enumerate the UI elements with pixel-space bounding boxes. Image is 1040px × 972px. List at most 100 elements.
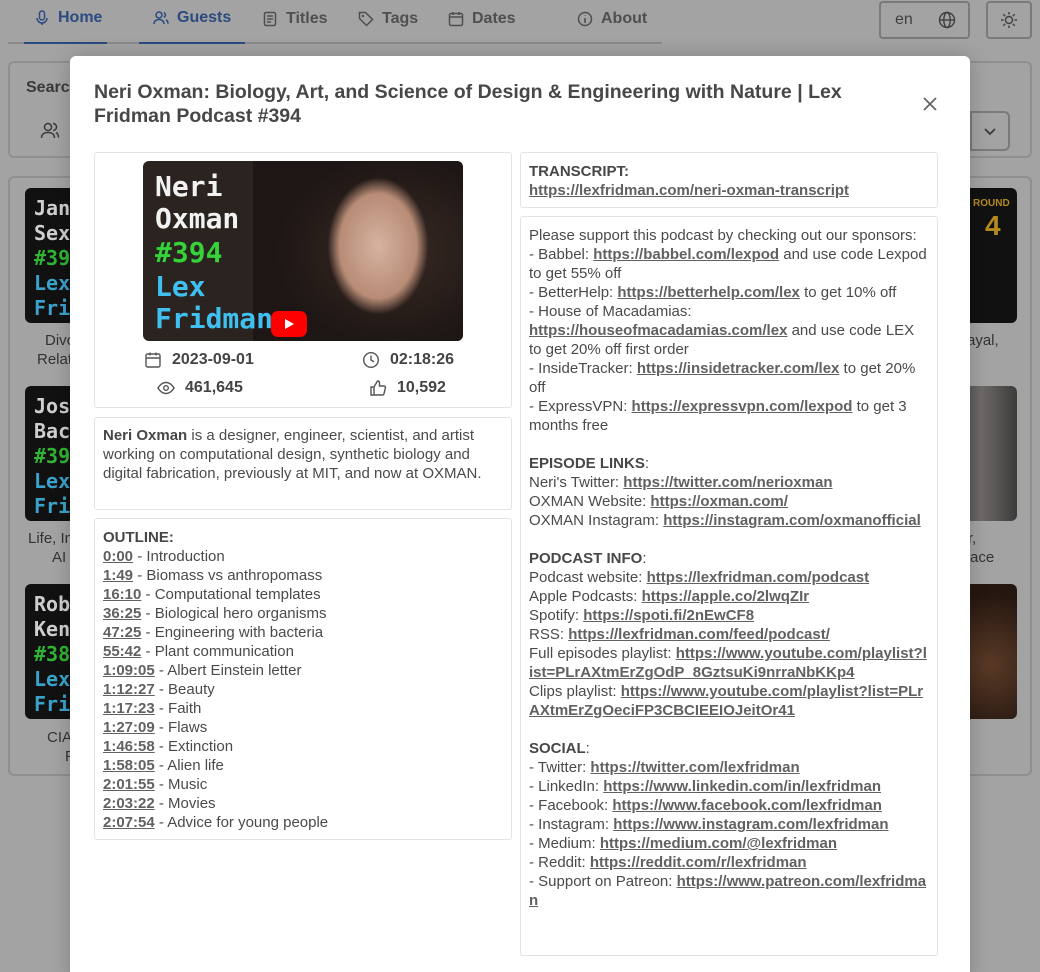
timestamp-link[interactable]: 1:46:58	[103, 738, 155, 755]
external-link[interactable]: https://www.facebook.com/lexfridman	[612, 797, 882, 814]
outline-panel: OUTLINE: 0:00 - Introduction 1:49 - Bioma…	[94, 518, 512, 840]
outline-item: 1:09:05 - Albert Einstein letter	[103, 661, 503, 680]
timestamp-link[interactable]: 1:49	[103, 567, 133, 584]
description-sections: EPISODE LINKS: Neri's Twitter: https://tw…	[529, 454, 929, 910]
users-icon	[153, 11, 169, 25]
publish-date: 2023-09-01	[144, 351, 254, 369]
timestamp-link[interactable]: 1:12:27	[103, 681, 155, 698]
thumbs-up-icon	[370, 380, 387, 396]
episode-caption: Life, In	[28, 530, 74, 547]
outline-list: 0:00 - Introduction 1:49 - Biomass vs ant…	[103, 547, 503, 832]
timestamp-link[interactable]: 1:58:05	[103, 757, 155, 774]
theme-toggle-button[interactable]	[986, 1, 1032, 39]
heading-colon: :	[644, 455, 650, 472]
episode-duration: 02:18:26	[362, 351, 454, 369]
outline-topic: - Albert Einstein letter	[154, 662, 302, 679]
external-link[interactable]: https://lexfridman.com/feed/podcast/	[568, 626, 830, 643]
section-heading-row: PODCAST INFO:	[529, 549, 929, 568]
search-dropdown-toggle[interactable]	[970, 111, 1010, 151]
link-label: RSS:	[529, 626, 569, 643]
outline-item: 16:10 - Computational templates	[103, 585, 503, 604]
thumb-line: Oxman	[155, 202, 240, 235]
external-link[interactable]: https://spoti.fi/2nEwCF8	[583, 607, 754, 624]
external-link[interactable]: https://instagram.com/oxmanofficial	[663, 512, 921, 529]
section-heading-row: SOCIAL:	[529, 739, 929, 758]
duration-value: 02:18:26	[390, 351, 455, 368]
outline-item: 1:46:58 - Extinction	[103, 737, 503, 756]
section-heading: SOCIAL	[529, 740, 586, 757]
timestamp-link[interactable]: 1:27:09	[103, 719, 155, 736]
outline-item: 47:25 - Engineering with bacteria	[103, 623, 503, 642]
outline-item: 2:07:54 - Advice for young people	[103, 813, 503, 832]
link-row: Spotify: https://spoti.fi/2nEwCF8	[529, 606, 929, 625]
external-link[interactable]: https://www.linkedin.com/in/lexfridman	[603, 778, 881, 795]
link-row: - Reddit: https://reddit.com/r/lexfridma…	[529, 853, 929, 872]
outline-item: 2:03:22 - Movies	[103, 794, 503, 813]
link-label: Podcast website:	[529, 569, 647, 586]
sponsor-link[interactable]: https://insidetracker.com/lex	[637, 360, 840, 377]
link-row: - Twitter: https://twitter.com/lexfridma…	[529, 758, 929, 777]
section-heading: EPISODE LINKS	[529, 455, 645, 472]
thumb-line: #38	[34, 642, 71, 666]
timestamp-link[interactable]: 1:09:05	[103, 662, 155, 679]
sponsor-link[interactable]: https://expressvpn.com/lexpod	[632, 398, 853, 415]
outline-item: 1:27:09 - Flaws	[103, 718, 503, 737]
outline-topic: - Alien life	[154, 757, 224, 774]
nav-tab-label: Home	[58, 9, 103, 26]
heading-colon: :	[585, 740, 590, 757]
transcript-link[interactable]: https://lexfridman.com/neri-oxman-transc…	[529, 182, 849, 199]
timestamp-link[interactable]: 0:00	[103, 548, 133, 565]
sun-icon	[1001, 12, 1017, 28]
outline-item: 1:17:23 - Faith	[103, 699, 503, 718]
timestamp-link[interactable]: 16:10	[103, 586, 141, 603]
external-link[interactable]: https://twitter.com/nerioxman	[623, 474, 832, 491]
external-link[interactable]: https://www.instagram.com/lexfridman	[613, 816, 888, 833]
link-row: OXMAN Website: https://oxman.com/	[529, 492, 929, 511]
external-link[interactable]: https://medium.com/@lexfridman	[600, 835, 837, 852]
timestamp-link[interactable]: 2:03:22	[103, 795, 155, 812]
link-label: OXMAN Instagram:	[529, 512, 664, 529]
timestamp-link[interactable]: 2:07:54	[103, 814, 155, 831]
info-icon	[577, 11, 593, 27]
nav-tab-about[interactable]: About	[577, 0, 647, 44]
timestamp-link[interactable]: 36:25	[103, 605, 141, 622]
sponsor-link[interactable]: https://betterhelp.com/lex	[617, 284, 800, 301]
external-link[interactable]: https://oxman.com/	[650, 493, 788, 510]
date-value: 2023-09-01	[172, 351, 254, 368]
top-navigation: Home Guests Titles Tags Dates About	[8, 0, 662, 44]
sponsors-intro: Please support this podcast by checking …	[529, 227, 917, 244]
video-thumbnail[interactable]: Neri Oxman #394 Lex Fridman	[143, 161, 463, 341]
nav-tab-titles[interactable]: Titles	[262, 0, 328, 44]
description-section: EPISODE LINKS: Neri's Twitter: https://tw…	[529, 454, 929, 530]
nav-tab-dates[interactable]: Dates	[448, 0, 516, 44]
external-link[interactable]: https://twitter.com/lexfridman	[590, 759, 799, 776]
nav-tab-home[interactable]: Home	[24, 0, 107, 44]
episode-caption: CIA	[47, 729, 73, 746]
sponsor-link[interactable]: https://babbel.com/lexpod	[593, 246, 779, 263]
transcript-heading: TRANSCRIPT:	[529, 163, 629, 180]
close-button[interactable]	[920, 94, 940, 114]
sponsor-link[interactable]: https://houseofmacadamias.com/lex	[529, 322, 787, 339]
language-select[interactable]: en	[879, 1, 970, 39]
sponsor-text: - ExpressVPN:	[529, 398, 632, 415]
timestamp-link[interactable]: 47:25	[103, 624, 141, 641]
nav-tab-label: Guests	[177, 9, 232, 26]
outline-topic: - Extinction	[154, 738, 234, 755]
timestamp-link[interactable]: 1:17:23	[103, 700, 155, 717]
external-link[interactable]: https://reddit.com/r/lexfridman	[590, 854, 807, 871]
external-link[interactable]: https://apple.co/2lwqZIr	[642, 588, 810, 605]
link-label: Full episodes playlist:	[529, 645, 676, 662]
external-link[interactable]: https://lexfridman.com/podcast	[647, 569, 870, 586]
globe-icon	[938, 11, 956, 29]
sponsor-list: - Babbel: https://babbel.com/lexpod and …	[529, 245, 929, 435]
calendar-icon	[145, 352, 161, 368]
section-heading: PODCAST INFO	[529, 550, 643, 567]
sponsor-item: - BetterHelp: https://betterhelp.com/lex…	[529, 283, 929, 302]
nav-tab-guests[interactable]: Guests	[139, 0, 245, 44]
link-label: Clips playlist:	[529, 683, 621, 700]
timestamp-link[interactable]: 2:01:55	[103, 776, 155, 793]
nav-tab-tags[interactable]: Tags	[358, 0, 418, 44]
youtube-play-icon[interactable]	[271, 311, 307, 337]
thumb-line: Lex	[34, 667, 71, 691]
timestamp-link[interactable]: 55:42	[103, 643, 141, 660]
